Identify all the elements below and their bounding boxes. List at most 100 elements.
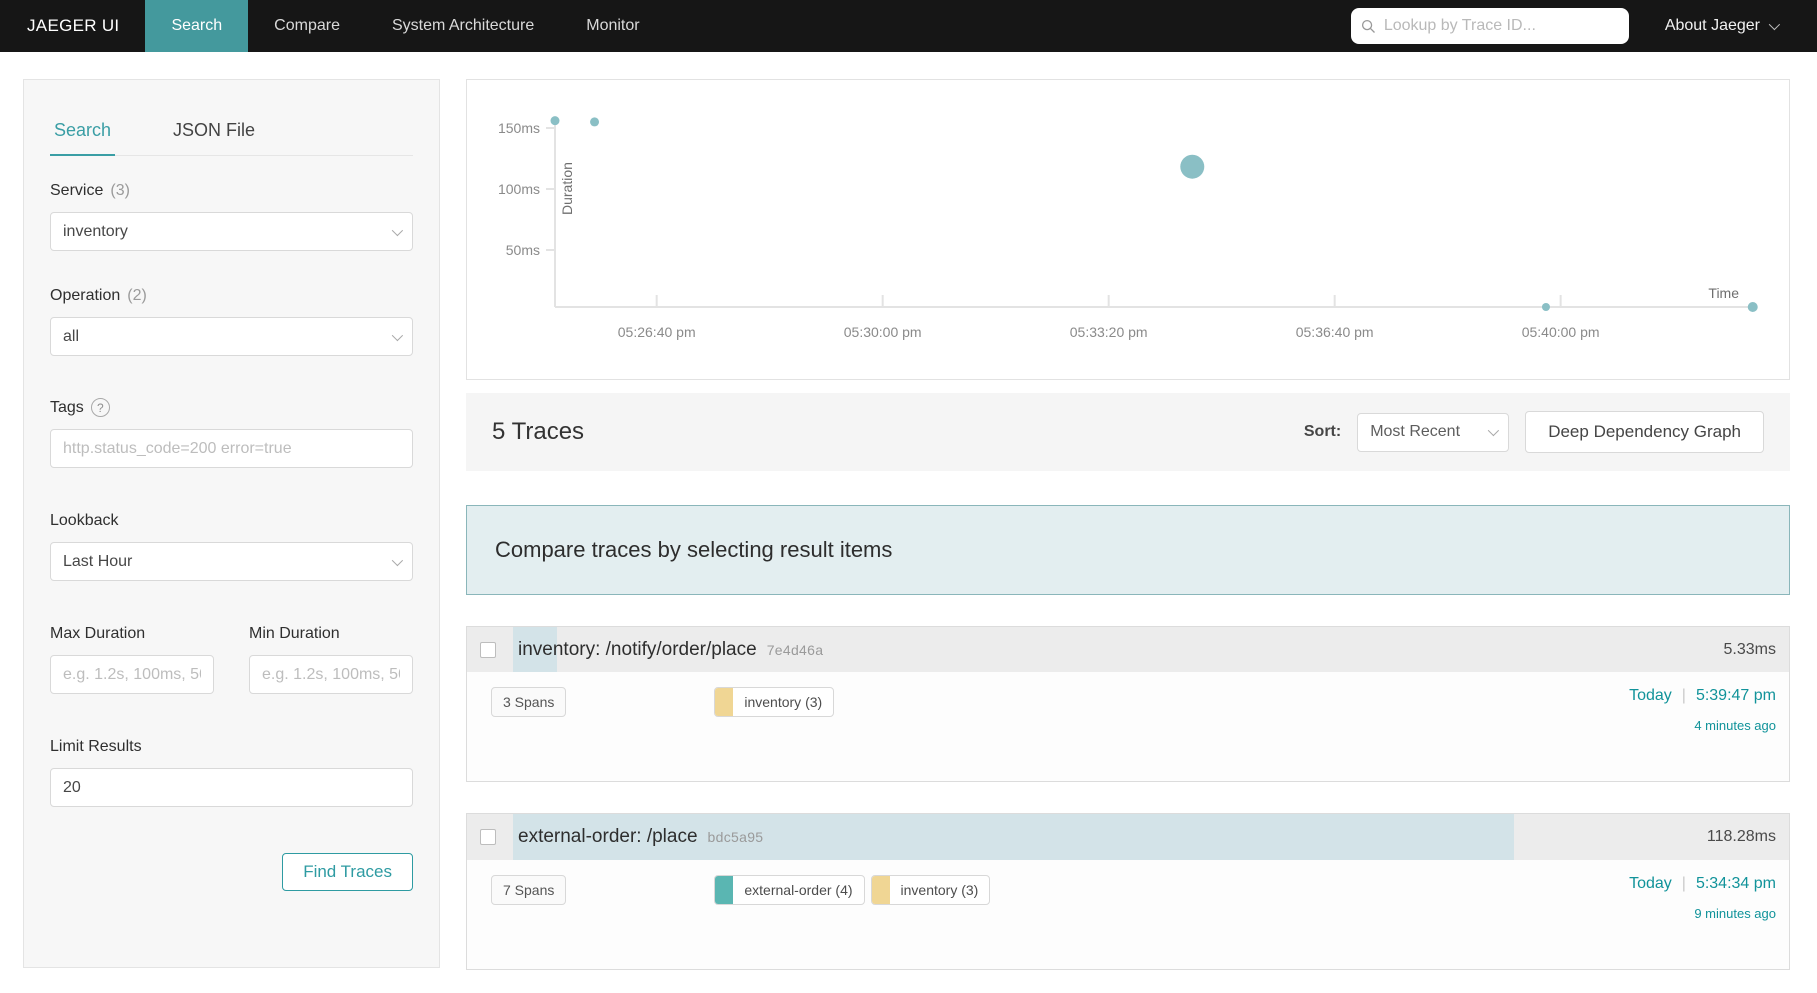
max-duration-field — [50, 655, 214, 694]
chevron-down-icon — [391, 554, 404, 566]
sort-label: Sort: — [1303, 423, 1342, 440]
nav-item-search[interactable]: Search — [145, 0, 249, 52]
x-tick-label: 05:36:40 pm — [1296, 324, 1374, 340]
nav-spacer — [666, 0, 1351, 52]
trace-timestamp: Today | 5:39:47 pm 4 minutes ago — [1629, 687, 1776, 766]
service-chip: external-order (4) — [714, 875, 865, 905]
trace-time: 5:34:34 pm — [1695, 875, 1776, 892]
limit-results-field — [50, 768, 413, 807]
x-tick-label: 05:40:00 pm — [1522, 324, 1600, 340]
service-color-block — [715, 688, 734, 716]
tags-input[interactable] — [63, 439, 400, 458]
lookback-select-value: Last Hour — [63, 552, 133, 570]
operation-select-value: all — [63, 327, 80, 345]
max-duration-input[interactable] — [63, 665, 201, 684]
nav-item-monitor[interactable]: Monitor — [560, 0, 665, 52]
lookback-select[interactable]: Last Hour — [50, 542, 413, 581]
service-chip: inventory (3) — [714, 687, 835, 717]
y-tick-label: 100ms — [498, 181, 540, 197]
chevron-down-icon — [1487, 424, 1500, 437]
compare-banner: Compare traces by selecting result items — [466, 505, 1790, 595]
chevron-down-icon — [391, 224, 404, 236]
y-tick-label: 150ms — [498, 120, 540, 136]
trace-count: 5 Traces — [492, 418, 585, 445]
y-tick-label: 50ms — [506, 242, 540, 258]
service-color-block — [715, 876, 734, 904]
app-brand: JAEGER UI — [27, 16, 120, 35]
search-sidebar: Search JSON File Service (3) inventory O… — [23, 79, 440, 968]
trace-duration: 5.33ms — [1723, 640, 1776, 658]
chevron-down-icon — [1768, 18, 1781, 31]
nav-item-system-architecture[interactable]: System Architecture — [366, 0, 560, 52]
limit-results-input[interactable] — [63, 778, 400, 797]
x-tick-label: 05:26:40 pm — [618, 324, 696, 340]
trace-duration: 118.28ms — [1706, 828, 1776, 845]
trace-checkbox[interactable] — [480, 829, 496, 845]
trace-timestamp: Today | 5:34:34 pm 9 minutes ago — [1629, 875, 1776, 954]
service-chips: inventory (3) — [714, 687, 835, 766]
trace-lookup-box — [1350, 8, 1629, 44]
service-select-value: inventory — [63, 222, 128, 240]
results-header: 5 Traces Sort: Most Recent Deep Dependen… — [466, 393, 1790, 471]
sort-select[interactable]: Most Recent — [1357, 412, 1510, 452]
find-traces-button[interactable]: Find Traces — [282, 853, 413, 891]
min-duration-label: Min Duration — [249, 625, 340, 642]
sidebar-tabs: Search JSON File — [50, 110, 413, 156]
lookback-label: Lookback — [50, 512, 119, 529]
y-axis-title: Duration — [559, 162, 575, 215]
tags-label: Tags ? — [50, 398, 413, 417]
tags-field — [50, 429, 413, 468]
separator: | — [1681, 875, 1686, 892]
operation-label: Operation (2) — [50, 287, 147, 304]
service-color-block — [871, 876, 890, 904]
service-chip-label: inventory (3) — [744, 694, 823, 710]
nav-item-compare[interactable]: Compare — [248, 0, 366, 52]
scatter-point[interactable] — [1747, 302, 1758, 312]
trace-relative-time: 9 minutes ago — [1694, 906, 1776, 921]
span-count-chip: 3 Spans — [491, 687, 567, 717]
min-duration-input[interactable] — [262, 665, 400, 684]
trace-day: Today — [1629, 687, 1672, 704]
help-icon[interactable]: ? — [90, 398, 110, 417]
results-main: 150ms 100ms 50ms 05:26:40 pm 05:30:00 pm 05:3… — [466, 79, 1790, 970]
about-jaeger-menu[interactable]: About Jaeger — [1653, 0, 1817, 52]
tab-search[interactable]: Search — [50, 110, 116, 156]
trace-lookup-input[interactable] — [1383, 17, 1619, 35]
trace-day: Today — [1629, 875, 1672, 892]
duration-scatter-card: 150ms 100ms 50ms 05:26:40 pm 05:30:00 pm 05:3… — [466, 79, 1790, 380]
operation-select[interactable]: all — [50, 317, 413, 356]
trace-body: 7 Spans external-order (4) inventory (3)… — [467, 860, 1789, 969]
deep-dependency-graph-button[interactable]: Deep Dependency Graph — [1525, 411, 1764, 453]
sort-select-value: Most Recent — [1370, 423, 1461, 440]
chevron-down-icon — [391, 329, 404, 341]
x-axis-title: Time — [1708, 285, 1739, 301]
service-count: (3) — [110, 182, 130, 199]
tab-json-file[interactable]: JSON File — [169, 110, 259, 155]
max-duration-label: Max Duration — [50, 625, 146, 642]
service-chip: inventory (3) — [870, 875, 991, 905]
service-chip-label: inventory (3) — [900, 882, 979, 898]
trace-header-link[interactable]: inventory: /notify/order/place 7e4d46a 5… — [467, 627, 1789, 672]
trace-result-card: external-order: /place bdc5a95 118.28ms … — [466, 813, 1790, 970]
about-jaeger-label: About Jaeger — [1664, 17, 1760, 34]
separator: | — [1681, 687, 1686, 704]
limit-results-label: Limit Results — [50, 738, 142, 755]
trace-body: 3 Spans inventory (3) Today | 5:39:47 pm… — [467, 672, 1789, 781]
trace-time: 5:39:47 pm — [1695, 687, 1776, 704]
trace-id: bdc5a95 — [707, 829, 764, 845]
scatter-point[interactable] — [1541, 303, 1550, 311]
span-count-chip: 7 Spans — [491, 875, 567, 905]
x-tick-label: 05:33:20 pm — [1070, 324, 1148, 340]
operation-count: (2) — [127, 287, 147, 304]
duration-scatter-plot[interactable]: 150ms 100ms 50ms 05:26:40 pm 05:30:00 pm 05:3… — [467, 80, 1789, 379]
trace-relative-time: 4 minutes ago — [1694, 718, 1776, 733]
scatter-point[interactable] — [590, 117, 600, 127]
service-select[interactable]: inventory — [50, 212, 413, 251]
service-label: Service (3) — [50, 182, 130, 199]
search-icon — [1361, 19, 1375, 33]
scatter-point[interactable] — [1180, 154, 1205, 179]
trace-checkbox[interactable] — [480, 641, 496, 658]
service-chip-label: external-order (4) — [744, 882, 853, 898]
scatter-point[interactable] — [550, 116, 560, 126]
trace-header-link[interactable]: external-order: /place bdc5a95 118.28ms — [467, 814, 1789, 860]
